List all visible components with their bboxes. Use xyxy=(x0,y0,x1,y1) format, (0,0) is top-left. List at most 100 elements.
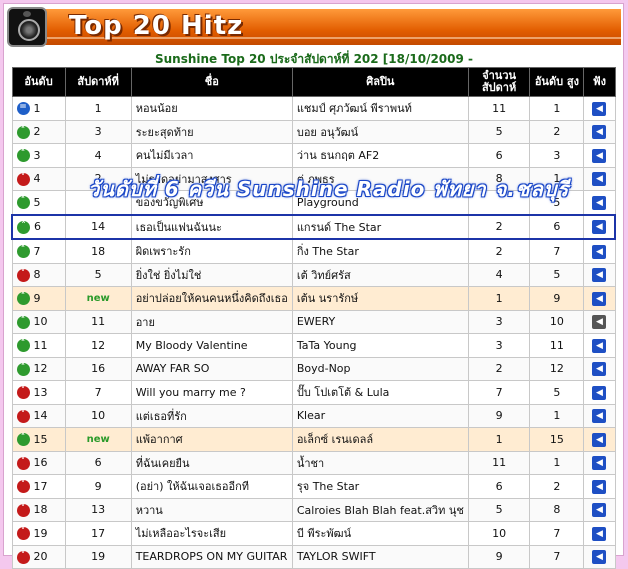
rank-cell: ˄ 11 xyxy=(11,333,66,358)
peak-cell: 2 xyxy=(529,119,585,144)
listen-cell: ◀ xyxy=(583,427,616,452)
equal-icon: = xyxy=(16,102,30,115)
song-cell: ผิดเพราะรัก xyxy=(130,238,293,264)
listen-cell: ◀ xyxy=(583,450,616,475)
col-artist: ศิลปิน xyxy=(291,67,469,97)
speaker-icon[interactable]: ◀ xyxy=(592,385,607,400)
prev-week-cell: 13 xyxy=(64,497,132,522)
speaker-icon[interactable]: ◀ xyxy=(592,550,607,565)
table-row: ˅ 16 6 ที่ฉันเคยยืน น้ำชา 11 1 ◀ xyxy=(11,450,616,475)
rank-cell: ˅ 4 xyxy=(11,166,66,191)
speaker-icon[interactable]: ◀ xyxy=(592,101,607,116)
artist-cell: แชมป์ ศุภวัฒน์ พีราพนท์ xyxy=(291,96,469,121)
rank-cell: ˄ 9 xyxy=(11,286,66,311)
listen-cell: ◀ xyxy=(583,309,616,334)
listen-cell: ◀ xyxy=(583,286,616,311)
peak-cell: 9 xyxy=(529,286,585,311)
weeks-cell: 5 xyxy=(467,497,531,522)
speaker-icon[interactable]: ◀ xyxy=(592,148,607,163)
rank-cell: ˅ 14 xyxy=(11,403,66,428)
prev-week-cell: 19 xyxy=(64,544,132,569)
prev-week-cell: 16 xyxy=(64,356,132,381)
down-arrow-icon: ˅ xyxy=(16,268,30,282)
peak-cell: 15 xyxy=(529,427,585,452)
rank-number: 4 xyxy=(33,172,41,185)
speaker-icon[interactable]: ◀ xyxy=(592,456,607,471)
col-prev-week: สัปดาห์ที่ xyxy=(64,67,132,97)
rank-number: 17 xyxy=(33,479,48,493)
weeks-cell: 2 xyxy=(467,356,531,381)
weeks-cell: 3 xyxy=(467,333,531,358)
song-cell: AWAY FAR SO xyxy=(130,356,293,381)
up-arrow-icon: ˄ xyxy=(16,292,30,305)
rank-cell: ˅ 16 xyxy=(11,450,66,475)
weeks-cell: 6 xyxy=(467,143,531,168)
listen-cell: ◀ xyxy=(583,213,617,240)
weeks-cell: 1 xyxy=(467,427,531,452)
rank-number: 13 xyxy=(33,385,48,399)
peak-cell: 1 xyxy=(529,403,585,428)
artist-cell: บี พีระพัฒน์ xyxy=(291,521,469,546)
artist-cell: เต้ วิทย์ศรัส xyxy=(291,262,469,287)
speaker-icon[interactable]: ◀ xyxy=(592,291,607,306)
page-title: Top 20 Hitz xyxy=(69,11,244,41)
listen-cell: ◀ xyxy=(583,238,616,264)
song-cell: ที่ฉันเคยยืน xyxy=(130,450,293,475)
rank-number: 16 xyxy=(33,456,48,469)
peak-cell: 7 xyxy=(529,544,585,569)
rank-number: 5 xyxy=(33,195,41,209)
page-header: Top 20 Hitz xyxy=(7,7,621,47)
rank-cell: ˄ 15 xyxy=(11,427,66,452)
peak-cell: 11 xyxy=(529,333,585,358)
artist-cell: บอย อนุวัฒน์ xyxy=(291,119,469,144)
speaker-icon[interactable]: ◀ xyxy=(592,479,607,494)
speaker-icon[interactable]: ◀ xyxy=(592,432,607,447)
peak-cell: 2 xyxy=(529,474,585,499)
up-arrow-icon: ˄ xyxy=(16,245,30,258)
rank-cell: ˄ 12 xyxy=(11,356,66,381)
listen-cell: ◀ xyxy=(583,497,616,522)
speaker-icon[interactable]: ◀ xyxy=(592,195,607,210)
weeks-cell: 2 xyxy=(467,238,531,264)
song-cell: Will you marry me ? xyxy=(130,380,293,405)
artist-cell: เต้น นรารักษ์ xyxy=(291,286,469,311)
prev-week-cell: 1 xyxy=(64,96,132,121)
listen-cell: ◀ xyxy=(583,521,616,546)
rank-cell: ˅ 8 xyxy=(11,262,66,287)
rank-number: 6 xyxy=(34,220,41,233)
up-arrow-icon: ˄ xyxy=(16,125,30,139)
speaker-icon[interactable]: ◀ xyxy=(592,172,607,187)
speaker-icon[interactable]: ◀ xyxy=(592,125,607,140)
rank-cell: ˄ 10 xyxy=(11,309,66,334)
speaker-icon[interactable]: ◀ xyxy=(592,362,607,377)
prev-week-cell: 18 xyxy=(64,238,132,264)
table-row: ˄ 11 12 My Bloody Valentine TaTa Young 3 11 ◀ xyxy=(11,333,616,358)
speaker-icon[interactable]: ◀ xyxy=(592,409,607,424)
listen-cell: ◀ xyxy=(583,333,616,358)
rank-number: 12 xyxy=(33,362,48,375)
speaker-icon[interactable]: ◀ xyxy=(592,268,607,283)
speaker-icon[interactable]: ◀ xyxy=(592,338,607,353)
table-header-row: อันดับ สัปดาห์ที่ ชื่อ ศิลปิน จำนวน สัปด… xyxy=(11,67,616,97)
artist-cell: น้ำชา xyxy=(291,450,469,475)
speaker-icon[interactable]: ◀ xyxy=(592,315,607,330)
artist-cell: รุจ The Star xyxy=(291,474,469,499)
speaker-icon[interactable]: ◀ xyxy=(592,526,607,541)
listen-cell: ◀ xyxy=(583,544,616,569)
speaker-icon[interactable]: ◀ xyxy=(592,244,607,259)
artist-cell: Klear xyxy=(291,403,469,428)
song-cell: (อย่า) ให้ฉันเจอเธออีกที xyxy=(130,474,293,499)
rank-number: 14 xyxy=(33,409,48,422)
weeks-cell: 1 xyxy=(467,286,531,311)
artist-cell: อเล็กซ์ เรนเดลล์ xyxy=(291,427,469,452)
peak-cell: 5 xyxy=(529,262,585,287)
prev-week-cell: 3 xyxy=(64,119,132,144)
prev-week-cell: 12 xyxy=(64,333,132,358)
speaker-icon[interactable]: ◀ xyxy=(592,503,607,518)
peak-cell: 3 xyxy=(529,143,585,168)
peak-cell: 10 xyxy=(529,309,585,334)
listen-cell: ◀ xyxy=(583,380,616,405)
peak-cell: 5 xyxy=(529,380,585,405)
listen-cell: ◀ xyxy=(583,190,616,215)
speaker-icon[interactable]: ◀ xyxy=(592,220,607,235)
